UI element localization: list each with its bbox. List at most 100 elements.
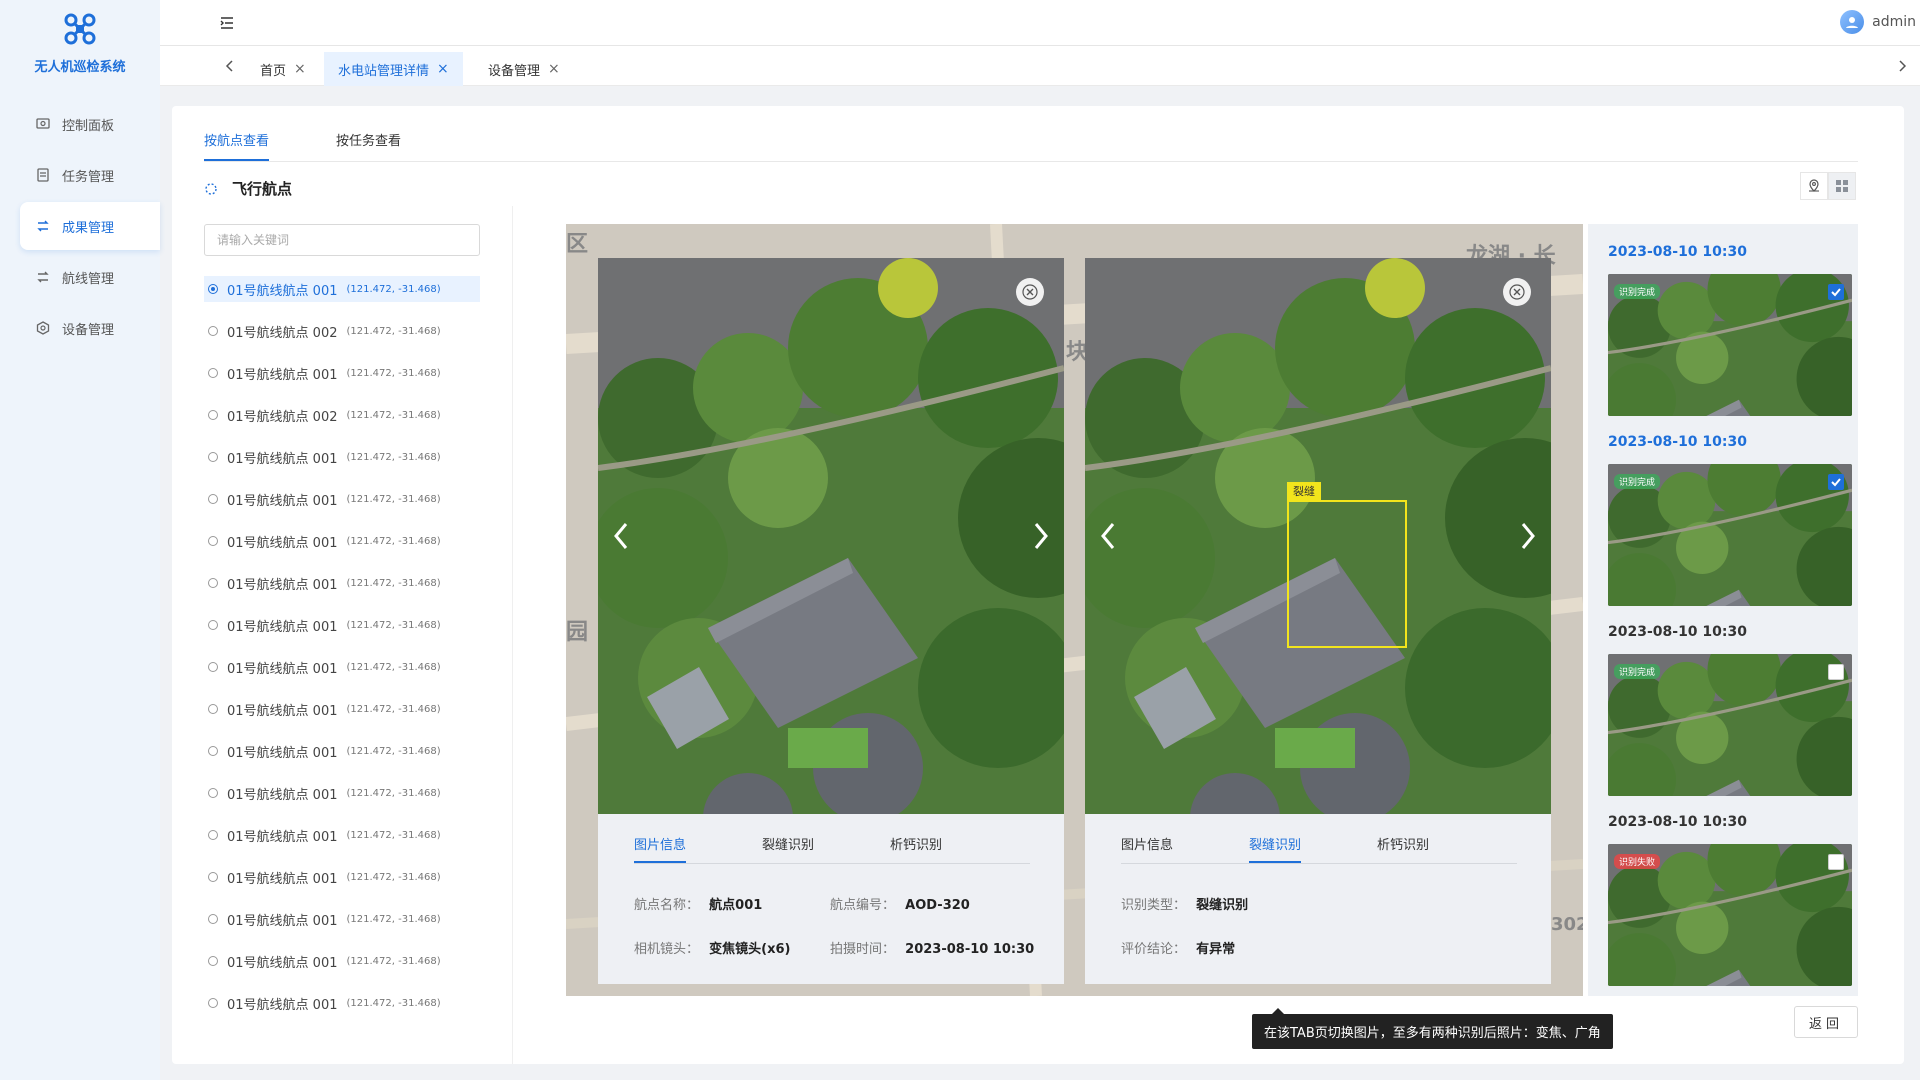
user-menu[interactable]: admin	[1840, 10, 1916, 34]
waypoint-name: 01号航线航点 001	[227, 829, 338, 845]
app-title: 无人机巡检系统	[34, 60, 126, 75]
sidebar-item-devices[interactable]: 设备管理	[20, 304, 160, 352]
close-icon[interactable]: ×	[437, 61, 449, 77]
search-input[interactable]	[204, 224, 480, 256]
radio-icon	[208, 956, 218, 966]
radio-icon	[208, 746, 218, 756]
waypoint-item[interactable]: 01号航线航点 001 (121.472, -31.468)	[204, 528, 480, 554]
grid-view-button[interactable]	[1828, 172, 1856, 200]
sidebar-item-dashboard[interactable]: 控制面板	[20, 100, 160, 148]
sidebar-item-results[interactable]: 成果管理	[20, 202, 160, 250]
waypoint-name: 01号航线航点 001	[227, 955, 338, 971]
waypoint-name: 01号航线航点 001	[227, 703, 338, 719]
waypoint-item[interactable]: 01号航线航点 001 (121.472, -31.468)	[204, 612, 480, 638]
waypoint-item[interactable]: 01号航线航点 001 (121.472, -31.468)	[204, 738, 480, 764]
waypoint-item[interactable]: 01号航线航点 001 (121.472, -31.468)	[204, 780, 480, 806]
waypoint-item[interactable]: 01号航线航点 001 (121.472, -31.468)	[204, 696, 480, 722]
tab-image-info[interactable]: 图片信息	[1121, 834, 1173, 861]
sidebar-item-label: 设备管理	[62, 322, 115, 338]
waypoint-item[interactable]: 01号航线航点 001 (121.472, -31.468)	[204, 486, 480, 512]
prev-photo-icon[interactable]	[1095, 518, 1121, 554]
sidebar-item-tasks[interactable]: 任务管理	[20, 151, 160, 199]
waypoint-item[interactable]: 01号航线航点 001 (121.472, -31.468)	[204, 444, 480, 470]
grid-icon	[1836, 180, 1848, 192]
map-view-button[interactable]	[1800, 172, 1828, 200]
field-label: 识别类型：	[1121, 898, 1187, 913]
waypoint-item[interactable]: 01号航线航点 001 (121.472, -31.468)	[204, 906, 480, 932]
waypoint-item[interactable]: 01号航线航点 001 (121.472, -31.468)	[204, 864, 480, 890]
waypoint-name: 01号航线航点 001	[227, 661, 338, 677]
thumbnail-checkbox[interactable]	[1828, 854, 1844, 870]
defect-bounding-box[interactable]	[1287, 500, 1407, 648]
check-icon	[1831, 478, 1841, 487]
thumbnail-time: 2023-08-10 10:30	[1608, 434, 1747, 450]
user-avatar-icon	[1846, 17, 1859, 28]
thumbnail-item[interactable]: 识别完成	[1608, 464, 1852, 606]
photo-card-original: 图片信息 裂缝识别 析钙识别 航点名称： 航点001 航点编号： AOD-320…	[598, 258, 1064, 984]
waypoint-item[interactable]: 01号航线航点 001 (121.472, -31.468)	[204, 570, 480, 596]
results-icon	[37, 220, 49, 232]
tab-crack-detection[interactable]: 裂缝识别	[1249, 834, 1302, 863]
menu-toggle-icon[interactable]	[218, 14, 236, 32]
thumbnail-checkbox[interactable]	[1828, 664, 1844, 680]
tab-by-waypoint[interactable]: 按航点查看	[204, 130, 270, 161]
tab-crack-detection[interactable]: 裂缝识别	[762, 834, 814, 861]
close-icon[interactable]: ×	[548, 61, 560, 77]
waypoint-item[interactable]: 01号航线航点 001 (121.472, -31.468)	[204, 360, 480, 386]
tab-device-management[interactable]: 设备管理 ×	[474, 52, 574, 86]
waypoint-name: 01号航线航点 001	[227, 451, 338, 467]
close-photo-button[interactable]	[1016, 278, 1044, 306]
close-icon[interactable]: ×	[294, 61, 306, 77]
tab-calcification-detection[interactable]: 析钙识别	[890, 834, 942, 861]
thumbnail-checkbox[interactable]	[1828, 284, 1844, 300]
field-value: 2023-08-10 10:30	[905, 942, 1035, 957]
info-row: 航点名称： 航点001	[634, 894, 762, 913]
info-row: 识别类型： 裂缝识别	[1121, 894, 1248, 913]
radio-icon	[208, 788, 218, 798]
status-badge: 识别失败	[1614, 854, 1661, 869]
waypoint-item[interactable]: 01号航线航点 001 (121.472, -31.468)	[204, 276, 480, 302]
waypoint-item[interactable]: 01号航线航点 001 (121.472, -31.468)	[204, 948, 480, 974]
waypoint-item[interactable]: 01号航线航点 001 (121.472, -31.468)	[204, 990, 480, 1016]
tab-scroll-right-icon[interactable]	[1894, 58, 1910, 74]
waypoint-coord: (121.472, -31.468)	[346, 409, 441, 421]
sidebar-item-routes[interactable]: 航线管理	[20, 253, 160, 301]
waypoint-name: 01号航线航点 002	[227, 409, 338, 425]
status-badge: 识别完成	[1614, 474, 1661, 489]
tab-scroll-left-icon[interactable]	[222, 58, 238, 74]
info-row: 拍摄时间： 2023-08-10 10:30	[830, 938, 1034, 957]
radio-icon	[208, 494, 218, 504]
radio-icon	[208, 830, 218, 840]
tab-label: 首页	[260, 63, 287, 79]
waypoint-item[interactable]: 01号航线航点 001 (121.472, -31.468)	[204, 654, 480, 680]
waypoint-name: 01号航线航点 001	[227, 367, 338, 383]
tab-by-task[interactable]: 按任务查看	[336, 130, 401, 159]
waypoint-item[interactable]: 01号航线航点 002 (121.472, -31.468)	[204, 402, 480, 428]
back-button[interactable]: 返回	[1794, 1006, 1858, 1038]
field-value: 变焦镜头(x6)	[709, 942, 791, 957]
thumbnail-item[interactable]: 识别完成	[1608, 274, 1852, 416]
waypoint-item[interactable]: 01号航线航点 001 (121.472, -31.468)	[204, 822, 480, 848]
thumbnail-checkbox[interactable]	[1828, 474, 1844, 490]
waypoint-item[interactable]: 01号航线航点 002 (121.472, -31.468)	[204, 318, 480, 344]
tab-bar: 首页 × 水电站管理详情 × 设备管理 ×	[160, 46, 1920, 86]
next-photo-icon[interactable]	[1515, 518, 1541, 554]
radio-icon	[208, 536, 218, 546]
thumbnail-item[interactable]: 识别失败	[1608, 844, 1852, 986]
radio-icon	[208, 284, 218, 294]
waypoint-coord: (121.472, -31.468)	[346, 325, 441, 337]
tab-home[interactable]: 首页 ×	[246, 52, 320, 86]
sidebar: 无人机巡检系统 控制面板 任务管理 成果管理 航线管理 设备管理	[0, 0, 160, 1080]
prev-photo-icon[interactable]	[608, 518, 634, 554]
close-photo-button[interactable]	[1503, 278, 1531, 306]
tab-calcification-detection[interactable]: 析钙识别	[1377, 834, 1429, 861]
main-card: 按航点查看 按任务查看 飞行航点 01号航线航点 001 (121.472, -3…	[172, 106, 1904, 1064]
avatar	[1840, 10, 1865, 34]
map-background[interactable]: 龙湖 · 长 块 园 区 302 图片信息 裂缝识别 析钙识别 航点名称： 航点…	[566, 224, 1583, 996]
tab-image-info[interactable]: 图片信息	[634, 834, 687, 863]
tab-hydro-station-detail[interactable]: 水电站管理详情 ×	[324, 52, 463, 86]
waypoint-coord: (121.472, -31.468)	[346, 619, 441, 631]
next-photo-icon[interactable]	[1028, 518, 1054, 554]
thumbnail-time: 2023-08-10 10:30	[1608, 624, 1747, 640]
thumbnail-item[interactable]: 识别完成	[1608, 654, 1852, 796]
